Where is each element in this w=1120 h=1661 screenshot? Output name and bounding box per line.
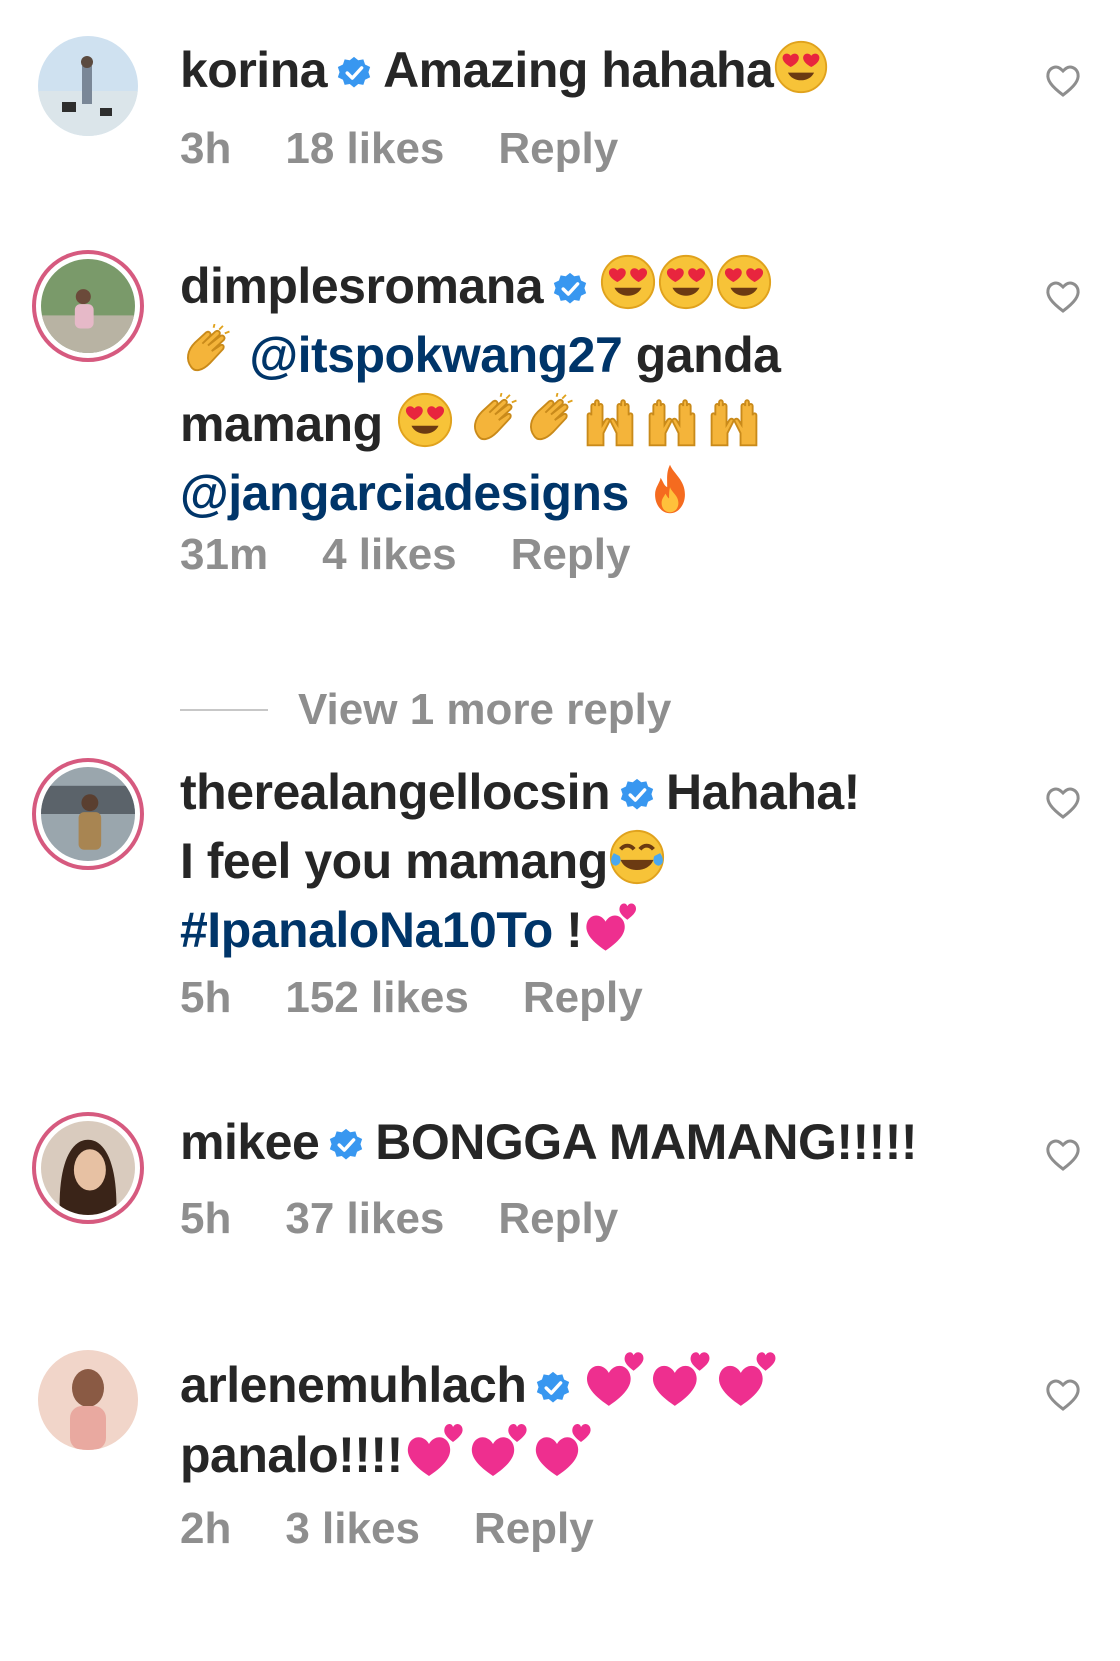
reply-button[interactable]: Reply xyxy=(498,1194,618,1243)
like-heart-icon[interactable] xyxy=(1045,280,1081,314)
like-heart-icon[interactable] xyxy=(1045,1138,1081,1172)
two-hearts-emoji-icon xyxy=(582,899,640,955)
username[interactable]: arlenemuhlach xyxy=(180,1357,527,1413)
like-heart-icon[interactable] xyxy=(1045,1378,1081,1412)
reply-button[interactable]: Reply xyxy=(474,1504,594,1553)
mention-link[interactable]: @itspokwang27 xyxy=(249,327,622,383)
two-hearts-emoji-icon xyxy=(648,1348,714,1410)
two-hearts-emoji-icon xyxy=(582,1348,648,1410)
verified-badge-icon xyxy=(536,1371,570,1405)
verified-badge-icon xyxy=(337,56,371,90)
raising-hands-emoji-icon xyxy=(579,393,641,449)
comment-text: I feel you mamang xyxy=(180,833,608,889)
comment-time: 5h xyxy=(180,973,232,1022)
comment-time: 2h xyxy=(180,1504,232,1553)
comment-text: BONGGA MAMANG!!!!! xyxy=(375,1114,918,1170)
raising-hands-emoji-icon xyxy=(641,393,703,449)
likes-count[interactable]: 152 likes xyxy=(285,973,469,1022)
clapping-hands-emoji-icon xyxy=(523,393,579,449)
view-more-label: View 1 more reply xyxy=(298,685,672,734)
username[interactable]: dimplesromana xyxy=(180,258,544,314)
tears-of-joy-emoji-icon xyxy=(608,828,666,886)
heart-eyes-emoji-icon xyxy=(715,253,773,311)
avatar[interactable] xyxy=(38,36,138,136)
like-heart-icon[interactable] xyxy=(1045,64,1081,98)
reply-button[interactable]: Reply xyxy=(523,973,643,1022)
comment-text: ganda xyxy=(635,327,781,383)
username[interactable]: korina xyxy=(180,42,328,98)
username[interactable]: therealangellocsin xyxy=(180,764,611,820)
two-hearts-emoji-icon xyxy=(531,1420,595,1480)
view-more-replies-button[interactable]: View 1 more reply xyxy=(180,685,671,735)
heart-eyes-emoji-icon xyxy=(773,39,829,95)
comment-text: panalo!!!! xyxy=(180,1427,403,1483)
verified-badge-icon xyxy=(329,1128,363,1162)
likes-count[interactable]: 3 likes xyxy=(285,1504,420,1553)
heart-eyes-emoji-icon xyxy=(599,253,657,311)
verified-badge-icon xyxy=(553,272,587,306)
comment-text: Amazing hahaha xyxy=(383,42,774,98)
two-hearts-emoji-icon xyxy=(403,1420,467,1480)
comment-time: 3h xyxy=(180,124,232,173)
avatar[interactable] xyxy=(32,1112,144,1224)
verified-badge-icon xyxy=(620,778,654,812)
comment-time: 5h xyxy=(180,1194,232,1243)
comment-time: 31m xyxy=(180,530,269,579)
two-hearts-emoji-icon xyxy=(467,1420,531,1480)
comment-text: mamang xyxy=(180,396,383,452)
raising-hands-emoji-icon xyxy=(703,393,765,449)
comment-text: ! xyxy=(566,902,583,958)
clapping-hands-emoji-icon xyxy=(180,324,236,380)
likes-count[interactable]: 18 likes xyxy=(285,124,444,173)
likes-count[interactable]: 4 likes xyxy=(322,530,457,579)
avatar[interactable] xyxy=(32,758,144,870)
reply-button[interactable]: Reply xyxy=(498,124,618,173)
two-hearts-emoji-icon xyxy=(714,1348,780,1410)
divider xyxy=(180,709,268,711)
hashtag-link[interactable]: #IpanaloNa10To xyxy=(180,902,553,958)
username[interactable]: mikee xyxy=(180,1114,320,1170)
heart-eyes-emoji-icon xyxy=(396,391,454,449)
avatar[interactable] xyxy=(32,250,144,362)
fire-emoji-icon xyxy=(642,460,698,518)
likes-count[interactable]: 37 likes xyxy=(285,1194,444,1243)
heart-eyes-emoji-icon xyxy=(657,253,715,311)
avatar[interactable] xyxy=(38,1350,138,1450)
clapping-hands-emoji-icon xyxy=(467,393,523,449)
comment-text: Hahaha! xyxy=(666,764,860,820)
reply-button[interactable]: Reply xyxy=(511,530,631,579)
mention-link[interactable]: @jangarciadesigns xyxy=(180,465,629,521)
like-heart-icon[interactable] xyxy=(1045,786,1081,820)
